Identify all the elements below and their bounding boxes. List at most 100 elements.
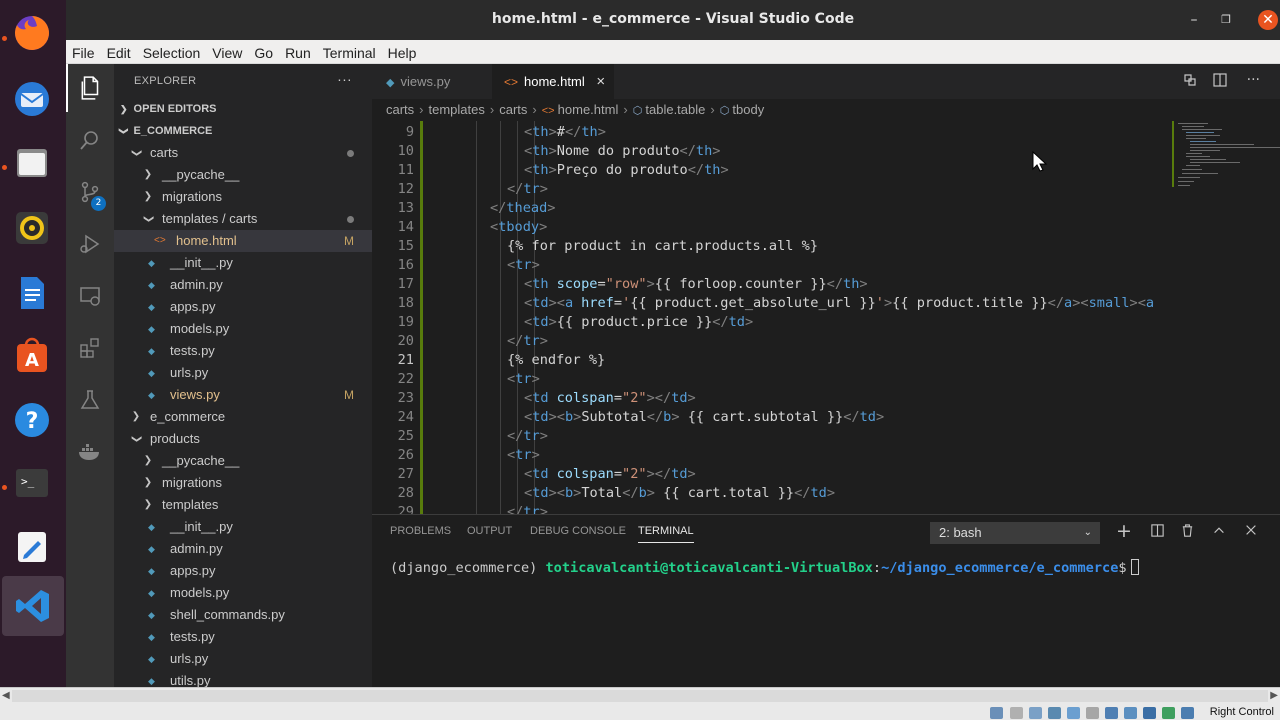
keyboard-icon[interactable] — [1181, 707, 1194, 719]
tab-terminal[interactable]: TERMINAL — [638, 525, 694, 543]
tree-file[interactable]: ◆ admin.py — [114, 274, 372, 296]
tree-folder[interactable]: ❯ e_commerce — [114, 406, 372, 428]
kill-terminal-icon[interactable] — [1180, 523, 1195, 542]
minimize-button[interactable]: – — [1184, 10, 1204, 30]
menu-terminal[interactable]: Terminal — [317, 40, 382, 63]
video-capture-icon[interactable] — [1124, 707, 1137, 719]
split-terminal-icon[interactable] — [1150, 523, 1165, 542]
tree-folder[interactable]: ❯ __pycache__ — [114, 164, 372, 186]
tree-folder[interactable]: ❯ migrations — [114, 186, 372, 208]
terminal-select[interactable]: 2: bash ⌄ — [930, 522, 1100, 544]
tree-file[interactable]: ◆ tests.py — [114, 626, 372, 648]
tree-file[interactable]: ◆ models.py — [114, 582, 372, 604]
extensions-icon[interactable] — [66, 324, 114, 372]
horizontal-scrollbar[interactable]: ◀ ▶ — [2, 690, 1278, 702]
breadcrumb-item[interactable]: table.table — [645, 102, 705, 117]
tree-file[interactable]: ◆ utils.py — [114, 670, 372, 687]
tree-file[interactable]: ◆ tests.py — [114, 340, 372, 362]
breadcrumb-item[interactable]: home.html — [558, 102, 619, 117]
shared-folders-icon[interactable] — [1086, 707, 1099, 719]
tree-file[interactable]: ◆ models.py — [114, 318, 372, 340]
tree-file[interactable]: ◆ shell_commands.py — [114, 604, 372, 626]
source-control-icon[interactable]: 2 — [66, 168, 114, 216]
network-icon[interactable] — [1048, 707, 1061, 719]
hard-disk-icon[interactable] — [990, 707, 1003, 719]
tree-item-label: tests.py — [170, 629, 215, 644]
tree-file[interactable]: ◆ apps.py — [114, 560, 372, 582]
menu-run[interactable]: Run — [279, 40, 317, 63]
display-icon[interactable] — [1105, 707, 1118, 719]
tree-file[interactable]: <> home.html M — [114, 230, 372, 252]
tree-file[interactable]: ◆ __init__.py — [114, 252, 372, 274]
maximize-panel-icon[interactable] — [1212, 523, 1226, 541]
tree-folder[interactable]: ❯ templates — [114, 494, 372, 516]
tab-problems[interactable]: PROBLEMS — [390, 525, 451, 537]
menu-selection[interactable]: Selection — [137, 40, 207, 63]
editor-more-icon[interactable]: ··· — [1247, 72, 1260, 88]
help-icon[interactable]: ? — [9, 397, 55, 443]
tree-folder[interactable]: ❯ carts — [114, 142, 372, 164]
code-token: > — [646, 466, 655, 482]
testing-flask-icon[interactable] — [66, 376, 114, 424]
firefox-icon[interactable] — [9, 10, 55, 56]
explorer-icon[interactable] — [66, 64, 114, 112]
search-icon[interactable] — [66, 116, 114, 164]
cpu-icon[interactable] — [1143, 707, 1156, 719]
tab-home-html[interactable]: <> home.html × — [492, 64, 614, 99]
app-center-icon[interactable]: A — [9, 332, 55, 378]
libreoffice-writer-icon[interactable] — [9, 270, 55, 316]
code-token: href — [581, 295, 614, 311]
scroll-left-icon[interactable]: ◀ — [2, 690, 10, 701]
tree-folder[interactable]: ❯ migrations — [114, 472, 372, 494]
tree-file[interactable]: ◆ apps.py — [114, 296, 372, 318]
tree-file[interactable]: ◆ __init__.py — [114, 516, 372, 538]
project-section[interactable]: ❯ E_COMMERCE — [114, 120, 372, 142]
remote-explorer-icon[interactable] — [66, 272, 114, 320]
close-panel-icon[interactable] — [1244, 523, 1258, 541]
audio-icon[interactable] — [1029, 707, 1042, 719]
terminal-prompt[interactable]: (django_ecommerce) toticavalcanti@totica… — [390, 559, 1139, 576]
maximize-button[interactable]: ❐ — [1216, 10, 1236, 30]
breadcrumb-item[interactable]: carts — [386, 102, 414, 117]
menu-help[interactable]: Help — [382, 40, 423, 63]
tree-file[interactable]: ◆ urls.py — [114, 648, 372, 670]
menu-edit[interactable]: Edit — [101, 40, 137, 63]
mouse-integration-icon[interactable] — [1162, 707, 1175, 719]
text-editor-icon[interactable] — [9, 524, 55, 570]
tree-file[interactable]: ◆ urls.py — [114, 362, 372, 384]
open-changes-icon[interactable] — [1182, 72, 1198, 92]
tab-debug-console[interactable]: DEBUG CONSOLE — [530, 525, 626, 537]
breadcrumb-item[interactable]: templates — [429, 102, 485, 117]
tree-folder[interactable]: ❯ products — [114, 428, 372, 450]
docker-icon[interactable] — [66, 428, 114, 476]
split-editor-icon[interactable] — [1212, 72, 1228, 92]
close-tab-icon[interactable]: × — [596, 73, 605, 90]
breadcrumb-item[interactable]: carts — [499, 102, 527, 117]
code-editor[interactable]: 9 <th>#</th> 10 <th>Nome do produto</th> 11 <… — [372, 121, 1168, 514]
tree-folder[interactable]: ❯ __pycache__ — [114, 450, 372, 472]
scroll-right-icon[interactable]: ▶ — [1270, 690, 1278, 701]
tree-folder[interactable]: ❯ templates / carts — [114, 208, 372, 230]
usb-icon[interactable] — [1067, 707, 1080, 719]
thunderbird-icon[interactable] — [9, 76, 55, 122]
more-actions-icon[interactable]: ··· — [337, 71, 352, 87]
tab-output[interactable]: OUTPUT — [467, 525, 512, 537]
menu-view[interactable]: View — [206, 40, 248, 63]
new-terminal-icon[interactable]: + — [1116, 520, 1132, 542]
menu-file[interactable]: File — [66, 40, 101, 63]
breadcrumb-item[interactable]: tbody — [732, 102, 764, 117]
code-token: > — [548, 143, 557, 159]
files-icon[interactable] — [9, 140, 55, 186]
rhythmbox-icon[interactable] — [9, 205, 55, 251]
minimap[interactable] — [1032, 121, 1280, 514]
menu-go[interactable]: Go — [248, 40, 279, 63]
terminal-icon[interactable]: >_ — [9, 460, 55, 506]
tab-views-py[interactable]: ◆ views.py — [372, 64, 492, 99]
run-debug-icon[interactable] — [66, 220, 114, 268]
open-editors-section[interactable]: ❯ OPEN EDITORS — [114, 98, 372, 120]
tree-file[interactable]: ◆ views.py M — [114, 384, 372, 406]
optical-drive-icon[interactable] — [1010, 707, 1023, 719]
vscode-icon[interactable] — [2, 576, 64, 636]
tree-file[interactable]: ◆ admin.py — [114, 538, 372, 560]
close-window-button[interactable]: ✕ — [1258, 10, 1278, 30]
